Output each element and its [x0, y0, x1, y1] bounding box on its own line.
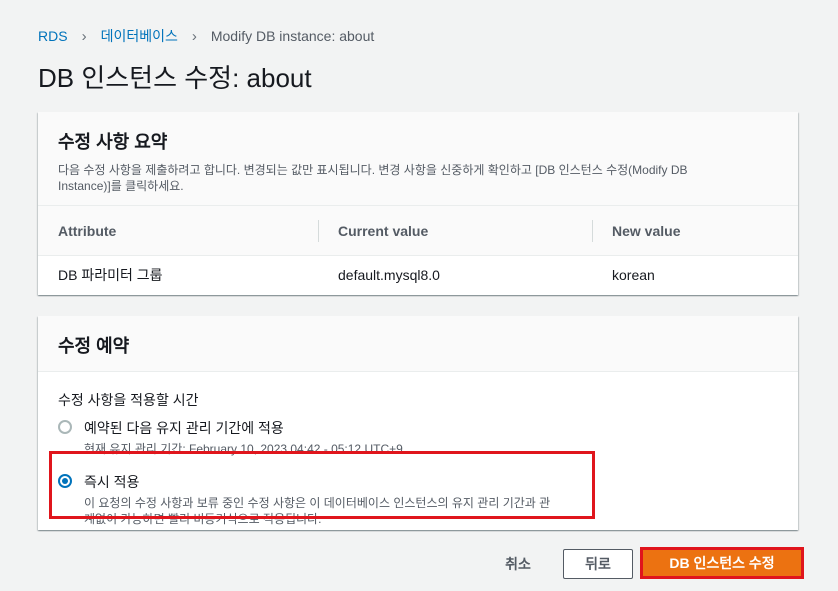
summary-description-line: Instance)]를 클릭하세요. [58, 179, 184, 193]
cell-new-value: korean [612, 267, 655, 283]
table-row: DB 파라미터 그룹 default.mysql8.0 korean [38, 256, 798, 294]
schedule-title: 수정 예약 [58, 336, 130, 356]
summary-title: 수정 사항 요약 [58, 132, 168, 152]
summary-description-line: 다음 수정 사항을 제출하려고 합니다. 변경되는 값만 표시됩니다. 변경 사… [58, 163, 688, 177]
chevron-right-icon: › [191, 27, 197, 45]
column-header-attribute: Attribute [58, 222, 117, 239]
summary-header: 수정 사항 요약 다음 수정 사항을 제출하려고 합니다. 변경되는 값만 표시… [38, 112, 798, 206]
summary-card: 수정 사항 요약 다음 수정 사항을 제출하려고 합니다. 변경되는 값만 표시… [38, 112, 798, 295]
table-header-row: Attribute Current value New value [38, 206, 798, 256]
form-actions: 취소 뒤로 DB 인스턴스 수정 [0, 547, 838, 579]
chevron-right-icon: › [81, 27, 87, 45]
radio-button-unchecked[interactable] [58, 420, 72, 434]
breadcrumb: RDS › 데이터베이스 › Modify DB instance: about [38, 26, 374, 46]
column-header-current-value: Current value [318, 206, 592, 255]
highlight-annotation-box [49, 451, 595, 519]
back-button[interactable]: 뒤로 [563, 549, 633, 579]
schedule-header: 수정 예약 [38, 316, 798, 372]
page-title: DB 인스턴스 수정: about [38, 63, 312, 93]
modify-db-instance-button[interactable]: DB 인스턴스 수정 [643, 550, 801, 576]
column-header-new-value: New value [592, 206, 798, 255]
cell-current-value: default.mysql8.0 [338, 267, 440, 283]
apply-time-label: 수정 사항을 적용할 시간 [58, 392, 199, 408]
summary-description: 다음 수정 사항을 제출하려고 합니다. 변경되는 값만 표시됩니다. 변경 사… [58, 162, 778, 194]
breadcrumb-databases-link[interactable]: 데이터베이스 [101, 26, 178, 46]
breadcrumb-current: Modify DB instance: about [210, 28, 375, 44]
cancel-button[interactable]: 취소 [492, 549, 544, 579]
breadcrumb-rds-link[interactable]: RDS [38, 28, 68, 44]
cell-attribute: DB 파라미터 그룹 [58, 267, 163, 283]
radio-option-title: 예약된 다음 유지 관리 기간에 적용 [84, 420, 284, 436]
highlight-annotation-box: DB 인스턴스 수정 [640, 547, 804, 579]
